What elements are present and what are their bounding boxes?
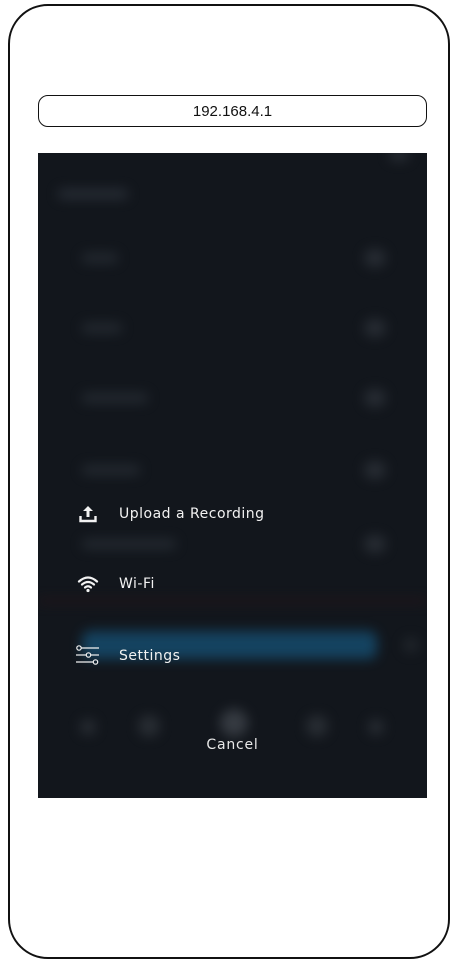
cancel-button[interactable]: Cancel: [38, 737, 427, 753]
upload-icon: [74, 502, 102, 526]
menu-item-label: Upload a Recording: [119, 506, 265, 522]
wifi-icon: [74, 572, 102, 596]
address-bar[interactable]: 192.168.4.1: [38, 95, 427, 127]
address-bar-text: 192.168.4.1: [192, 102, 273, 120]
app-screen: Upload a Recording Wi-Fi Settings Cancel: [38, 153, 427, 798]
menu-item-settings[interactable]: Settings: [74, 641, 180, 671]
menu-item-label: Wi-Fi: [119, 576, 155, 592]
menu-item-wifi[interactable]: Wi-Fi: [74, 569, 155, 599]
menu-item-label: Settings: [119, 648, 181, 664]
menu-item-upload-recording[interactable]: Upload a Recording: [74, 499, 265, 529]
action-menu: Upload a Recording Wi-Fi Settings Cancel: [38, 153, 427, 798]
sliders-icon: [74, 644, 102, 668]
